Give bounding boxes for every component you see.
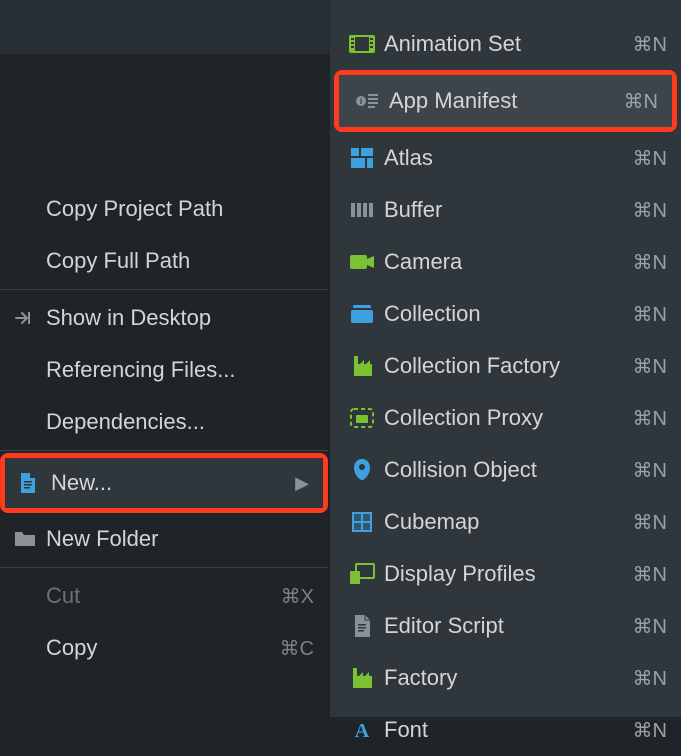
menu-label: Dependencies... bbox=[46, 409, 314, 435]
menu-label: Copy Full Path bbox=[46, 248, 314, 274]
submenu-label: App Manifest bbox=[385, 88, 624, 114]
submenu-item-factory[interactable]: Factory⌘N bbox=[330, 652, 681, 704]
submenu-label: Camera bbox=[380, 249, 633, 275]
submenu-label: Animation Set bbox=[380, 31, 633, 57]
submenu-label: Cubemap bbox=[380, 509, 633, 535]
shortcut: ⌘N bbox=[633, 354, 667, 379]
display-profiles-icon bbox=[344, 563, 380, 585]
submenu-item-collection[interactable]: Collection⌘N bbox=[330, 288, 681, 340]
submenu-item-camera[interactable]: Camera⌘N bbox=[330, 236, 681, 288]
shortcut: ⌘N bbox=[633, 406, 667, 431]
atlas-icon bbox=[344, 147, 380, 169]
shortcut: ⌘N bbox=[633, 718, 667, 743]
shortcut: ⌘N bbox=[633, 146, 667, 171]
buffer-icon bbox=[344, 201, 380, 219]
new-folder-item[interactable]: New Folder bbox=[0, 513, 328, 565]
copy-project-path-item[interactable]: Copy Project Path bbox=[0, 183, 328, 235]
submenu-item-atlas[interactable]: Atlas⌘N bbox=[330, 132, 681, 184]
submenu-label: Display Profiles bbox=[380, 561, 633, 587]
submenu-label: Factory bbox=[380, 665, 633, 691]
submenu-label: Collision Object bbox=[380, 457, 633, 483]
submenu-item-buffer[interactable]: Buffer⌘N bbox=[330, 184, 681, 236]
shortcut: ⌘C bbox=[280, 636, 314, 661]
menu-label: Referencing Files... bbox=[46, 357, 314, 383]
menu-label: Copy bbox=[46, 635, 280, 661]
highlight-new: New... ▶ bbox=[0, 453, 328, 513]
submenu-item-collision-object[interactable]: Collision Object⌘N bbox=[330, 444, 681, 496]
context-menu: Copy Project Path Copy Full Path Show in… bbox=[0, 183, 328, 674]
shortcut: ⌘X bbox=[281, 584, 314, 609]
shortcut: ⌘N bbox=[633, 32, 667, 57]
menu-label: Copy Project Path bbox=[46, 196, 314, 222]
editor-script-icon bbox=[344, 614, 380, 638]
shortcut: ⌘N bbox=[633, 302, 667, 327]
submenu-label: Editor Script bbox=[380, 613, 633, 639]
submenu-label: Collection Factory bbox=[380, 353, 633, 379]
collision-object-icon bbox=[344, 458, 380, 482]
collection-proxy-icon bbox=[344, 407, 380, 429]
submenu-label: Atlas bbox=[380, 145, 633, 171]
divider bbox=[0, 450, 328, 451]
submenu-item-font[interactable]: A Font⌘N bbox=[330, 704, 681, 756]
shortcut: ⌘N bbox=[633, 250, 667, 275]
submenu-item-editor-script[interactable]: Editor Script⌘N bbox=[330, 600, 681, 652]
menu-label: New Folder bbox=[46, 526, 314, 552]
shortcut: ⌘N bbox=[633, 198, 667, 223]
dependencies-item[interactable]: Dependencies... bbox=[0, 396, 328, 448]
collection-factory-icon bbox=[344, 354, 380, 378]
submenu-item-collection-proxy[interactable]: Collection Proxy⌘N bbox=[330, 392, 681, 444]
submenu-label: Font bbox=[380, 717, 633, 743]
submenu-item-animation-set[interactable]: Animation Set⌘N bbox=[330, 18, 681, 70]
copy-full-path-item[interactable]: Copy Full Path bbox=[0, 235, 328, 287]
divider bbox=[0, 567, 328, 568]
factory-icon bbox=[344, 666, 380, 690]
shortcut: ⌘N bbox=[633, 614, 667, 639]
menu-label: New... bbox=[51, 470, 295, 496]
cubemap-icon bbox=[344, 510, 380, 534]
cut-item: Cut ⌘X bbox=[0, 570, 328, 622]
copy-item[interactable]: Copy ⌘C bbox=[0, 622, 328, 674]
submenu-item-app-manifest[interactable]: i App Manifest⌘N bbox=[339, 75, 672, 127]
submenu-item-cubemap[interactable]: Cubemap⌘N bbox=[330, 496, 681, 548]
folder-icon bbox=[14, 530, 46, 548]
arrow-right-icon bbox=[14, 310, 46, 326]
shortcut: ⌘N bbox=[633, 458, 667, 483]
shortcut: ⌘N bbox=[633, 510, 667, 535]
submenu-label: Buffer bbox=[380, 197, 633, 223]
document-icon bbox=[19, 472, 51, 494]
highlight-app-manifest: i App Manifest⌘N bbox=[334, 70, 677, 132]
shortcut: ⌘N bbox=[624, 89, 658, 114]
shortcut: ⌘N bbox=[633, 562, 667, 587]
submenu-label: Collection bbox=[380, 301, 633, 327]
divider bbox=[0, 289, 328, 290]
menu-label: Cut bbox=[46, 583, 281, 609]
submenu-arrow-icon: ▶ bbox=[295, 473, 309, 494]
font-icon: A bbox=[344, 719, 380, 741]
referencing-files-item[interactable]: Referencing Files... bbox=[0, 344, 328, 396]
submenu-item-collection-factory[interactable]: Collection Factory⌘N bbox=[330, 340, 681, 392]
menu-label: Show in Desktop bbox=[46, 305, 314, 331]
new-item[interactable]: New... ▶ bbox=[5, 458, 323, 508]
shortcut: ⌘N bbox=[633, 666, 667, 691]
submenu-label: Collection Proxy bbox=[380, 405, 633, 431]
svg-text:A: A bbox=[355, 720, 370, 741]
app-manifest-icon: i bbox=[349, 90, 385, 112]
show-in-desktop-item[interactable]: Show in Desktop bbox=[0, 292, 328, 344]
svg-text:i: i bbox=[360, 97, 362, 106]
submenu-item-display-profiles[interactable]: Display Profiles⌘N bbox=[330, 548, 681, 600]
animation-set-icon bbox=[344, 33, 380, 55]
collection-icon bbox=[344, 304, 380, 324]
camera-icon bbox=[344, 253, 380, 271]
new-submenu: Animation Set⌘NiApp Manifest⌘NAtlas⌘NBuf… bbox=[330, 0, 681, 717]
